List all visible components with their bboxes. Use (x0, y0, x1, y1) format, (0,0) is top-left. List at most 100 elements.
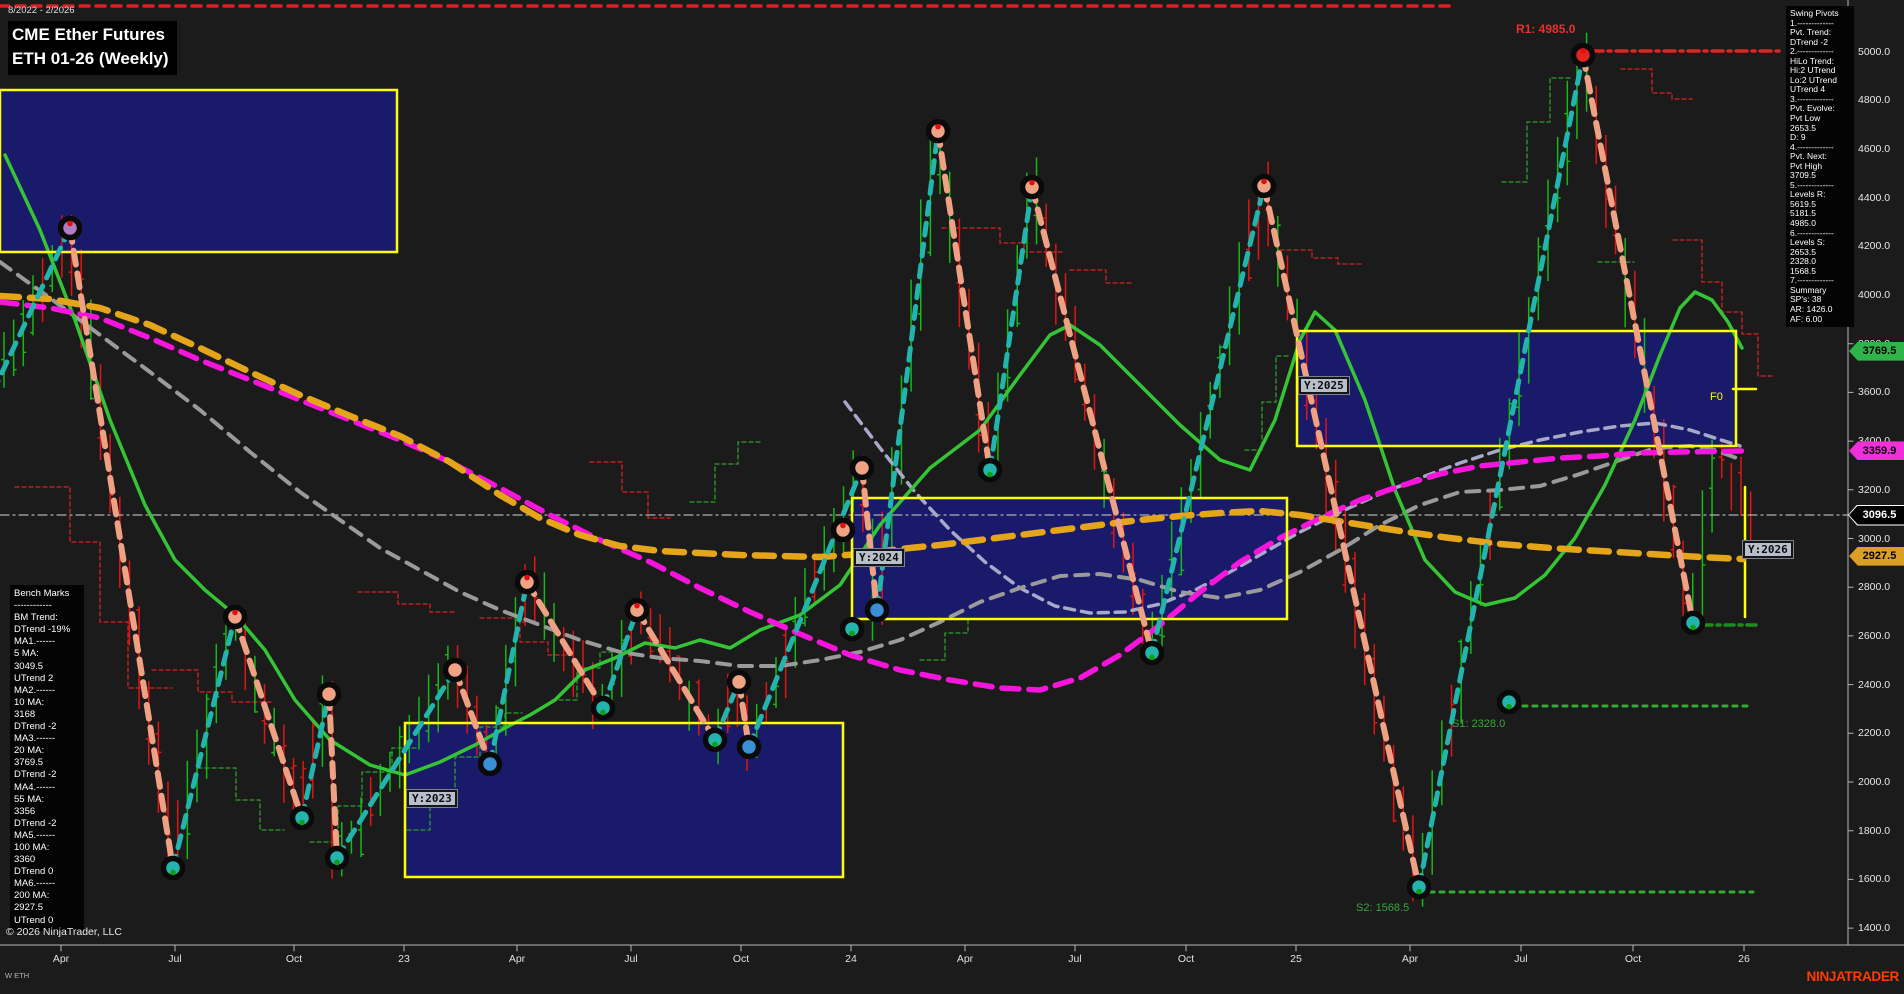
bench-marks-line: MA4.------ (14, 782, 82, 794)
time-axis-label: 26 (1738, 953, 1750, 965)
ma100-price-tag: 3359.9 (1849, 441, 1904, 460)
time-axis-label: Oct (733, 953, 749, 965)
bench-marks-line: DTrend -19% (14, 624, 82, 636)
pivot-marker (853, 458, 872, 477)
bench-marks-line: 3769.5 (14, 757, 82, 769)
step-line (1280, 250, 1362, 264)
bench-marks-line: 20 MA: (14, 745, 82, 757)
bench-marks-line: DTrend -2 (14, 721, 82, 733)
last-price-tag: 3096.5 (1849, 506, 1904, 525)
bench-marks-line: ------------ (14, 600, 82, 612)
chart-title: CME Ether Futures ETH 01-26 (Weekly) (8, 21, 177, 75)
time-axis-label: Apr (957, 953, 973, 965)
pivot-notch-red (935, 124, 941, 130)
step-line (358, 592, 455, 612)
time-axis-label: Apr (53, 953, 69, 965)
pivot-notch-green (1149, 655, 1155, 661)
bench-marks-panel: Bench Marks------------BM Trend:DTrend -… (10, 585, 84, 931)
time-axis-label: Jul (1514, 953, 1527, 965)
price-axis-label: 2200.0 (1858, 727, 1890, 739)
bench-marks-line: 200 MA: (14, 890, 82, 902)
time-axis-label: Oct (1625, 953, 1641, 965)
swing-leg-up (749, 468, 862, 747)
pivot-marker (481, 754, 500, 773)
price-chart-canvas[interactable] (0, 0, 1904, 994)
bench-marks-line: DTrend -2 (14, 818, 82, 830)
time-axis-label: Jul (168, 953, 181, 965)
pivot-notch-red (1261, 179, 1267, 185)
price-axis-label: 4200.0 (1858, 240, 1890, 252)
ninjatrader-logo: NINJATRADER (1807, 969, 1899, 984)
bench-marks-line: UTrend 2 (14, 673, 82, 685)
pivot-marker (320, 685, 339, 704)
bench-marks-line: MA2.------ (14, 685, 82, 697)
pivot-notch-green (1690, 625, 1696, 631)
price-axis-label: 1800.0 (1858, 825, 1890, 837)
instrument-label: W ETH (5, 971, 29, 980)
bench-marks-line: 5 MA: (14, 648, 82, 660)
chart-title-line2: ETH 01-26 (Weekly) (12, 47, 169, 71)
swing-leg-down (235, 617, 302, 818)
bench-marks-line: 3168 (14, 709, 82, 721)
pivot-notch-green (299, 820, 305, 826)
step-line (198, 768, 284, 830)
swing-pivots-panel: Swing Pivots1.-------------Pvt. Trend:DT… (1786, 6, 1854, 327)
pivot-notch-green (1506, 704, 1512, 710)
year-marker-label: Y:2023 (407, 790, 457, 807)
price-axis-label: 1600.0 (1858, 873, 1890, 885)
bench-marks-line: 55 MA: (14, 794, 82, 806)
price-axis-label: 4800.0 (1858, 94, 1890, 106)
bench-marks-line: MA3.------ (14, 733, 82, 745)
s2-label: S2: 1568.5 (1356, 902, 1409, 914)
pivot-marker (868, 601, 887, 620)
price-axis-label: 4600.0 (1858, 143, 1890, 155)
ninjatrader-chart-window: 8/2022 - 2/2026 CME Ether Futures ETH 01… (0, 0, 1904, 994)
time-axis-label: Apr (509, 953, 525, 965)
step-line (690, 442, 760, 502)
r1-label: R1: 4985.0 (1516, 22, 1575, 36)
price-axis-label: 3600.0 (1858, 386, 1890, 398)
bench-marks-line: DTrend -2 (14, 769, 82, 781)
pivot-marker (730, 672, 749, 691)
time-axis-label: 25 (1290, 953, 1302, 965)
price-axis-label: 1400.0 (1858, 922, 1890, 934)
year-marker-label: Y:2025 (1299, 377, 1349, 394)
price-axis-label: 2800.0 (1858, 581, 1890, 593)
swing-leg-up (0, 228, 70, 430)
bench-marks-line: MA5.------ (14, 830, 82, 842)
f0-label: F0 (1710, 391, 1723, 403)
step-line (590, 462, 670, 518)
bench-marks-line: Bench Marks (14, 588, 82, 600)
time-axis-label: 24 (845, 953, 857, 965)
step-line (1070, 270, 1132, 283)
time-axis-label: Jul (1068, 953, 1081, 965)
pivot-marker (446, 660, 465, 679)
copyright-label: © 2026 NinjaTrader, LLC (6, 926, 122, 938)
pivot-notch-red (524, 575, 530, 581)
pivot-notch-red (634, 603, 640, 609)
pivot-notch-red (232, 610, 238, 616)
swing-leg-down (329, 694, 337, 858)
price-axis-label: 2000.0 (1858, 776, 1890, 788)
swing-leg-up (173, 617, 235, 868)
year-marker-label: Y:2024 (854, 549, 904, 566)
bench-marks-line: DTrend 0 (14, 866, 82, 878)
bench-marks-line: 2927.5 (14, 902, 82, 914)
pivot-notch-green (600, 710, 606, 716)
bench-marks-line: 3356 (14, 806, 82, 818)
pivot-notch-red (1029, 180, 1035, 186)
date-range-label: 8/2022 - 2/2026 (8, 5, 75, 16)
price-axis-label: 5000.0 (1858, 46, 1890, 58)
swing-leg-up (990, 187, 1032, 470)
step-line (480, 618, 575, 655)
time-axis-label: 23 (398, 953, 410, 965)
pivot-notch-green (712, 742, 718, 748)
chart-title-line1: CME Ether Futures (12, 23, 169, 47)
pivot-notch-green (987, 472, 993, 478)
ma20-price-tag: 3769.5 (1849, 342, 1904, 361)
bench-marks-line: 3049.5 (14, 661, 82, 673)
price-axis-label: 3200.0 (1858, 484, 1890, 496)
time-axis-label: Apr (1402, 953, 1418, 965)
bench-marks-line: UTrend 0 (14, 915, 82, 927)
time-axis-label: Oct (1178, 953, 1194, 965)
